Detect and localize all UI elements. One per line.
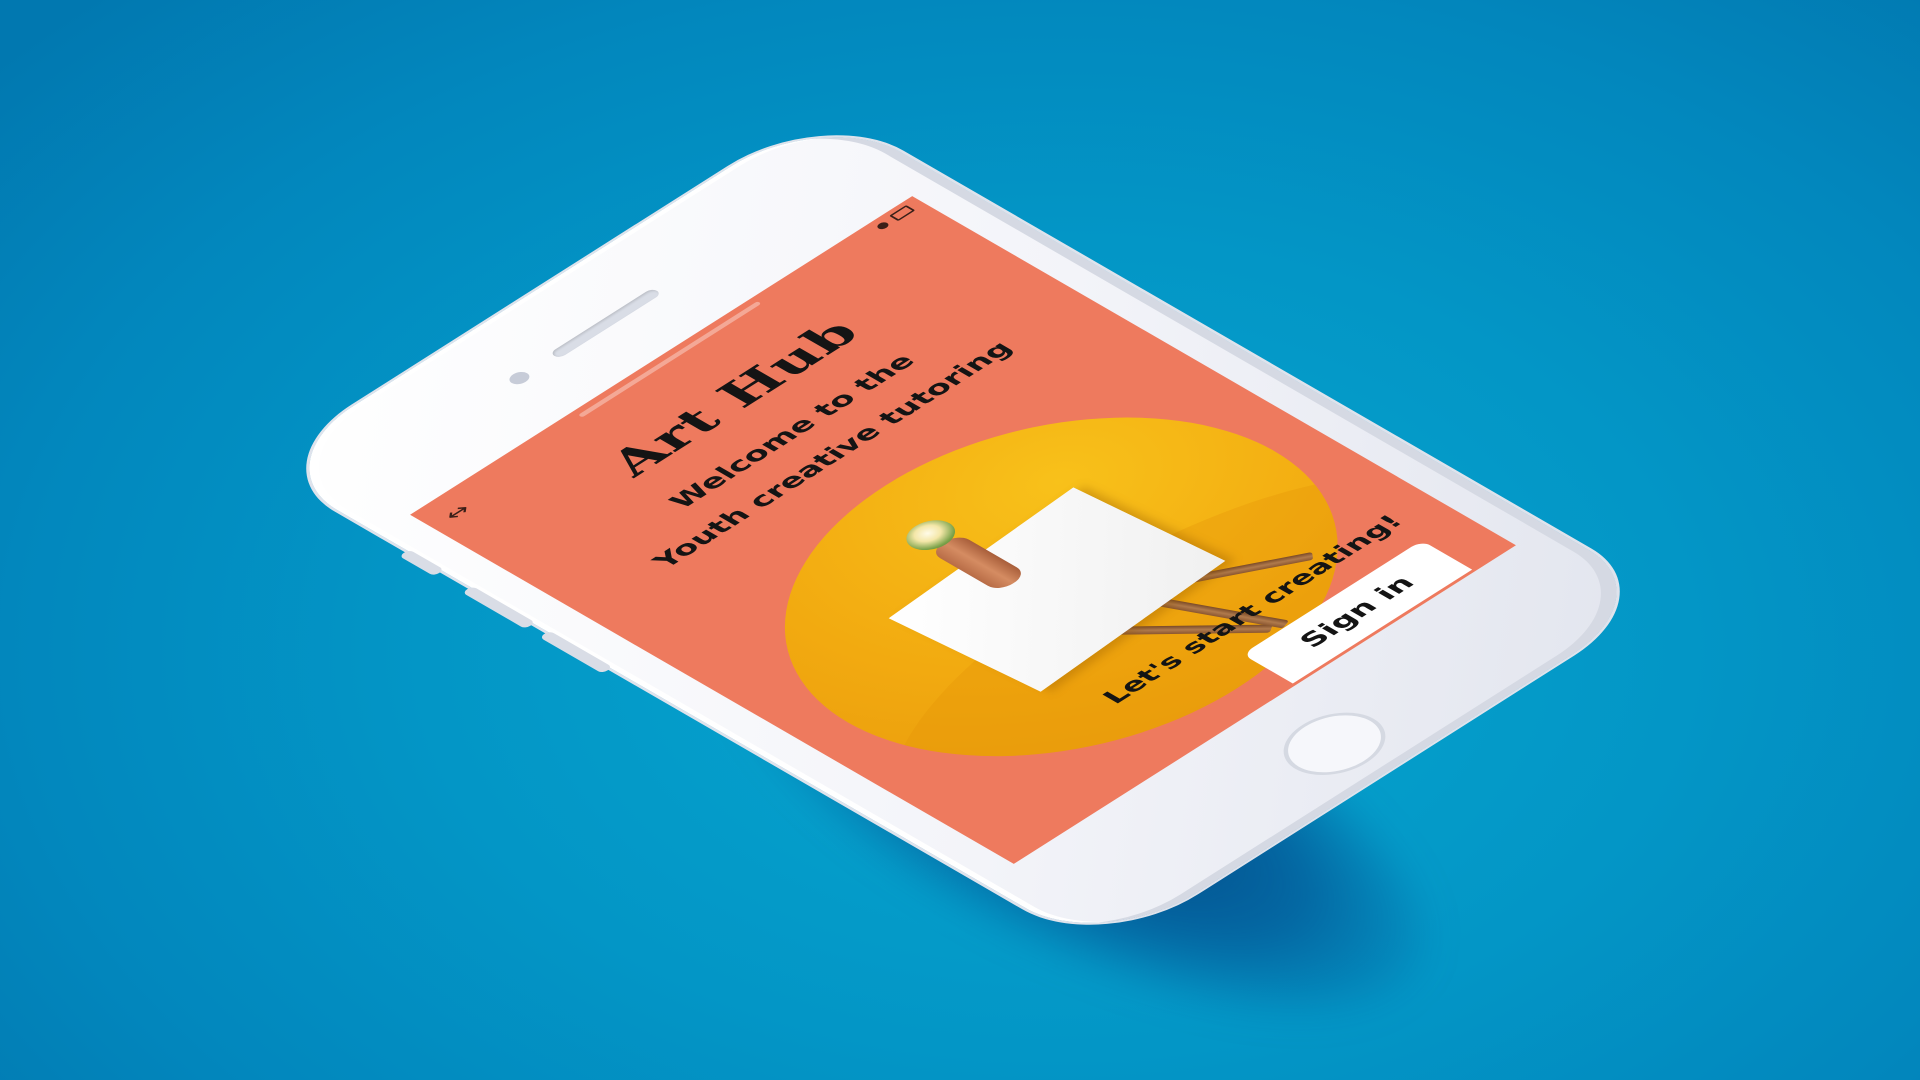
background: ↔ Art Hub Welcome to the Youth creative … bbox=[0, 0, 1920, 1080]
volume-up-button bbox=[462, 585, 536, 630]
status-icons bbox=[874, 205, 916, 231]
battery-icon bbox=[889, 205, 916, 222]
phone-body: ↔ Art Hub Welcome to the Youth creative … bbox=[259, 107, 1667, 953]
mute-switch bbox=[398, 549, 445, 577]
status-bar bbox=[410, 196, 933, 527]
volume-down-button bbox=[539, 630, 613, 674]
earpiece-speaker bbox=[549, 287, 662, 359]
signal-icon bbox=[874, 220, 891, 231]
front-camera bbox=[505, 369, 534, 387]
home-button[interactable] bbox=[1262, 700, 1407, 788]
